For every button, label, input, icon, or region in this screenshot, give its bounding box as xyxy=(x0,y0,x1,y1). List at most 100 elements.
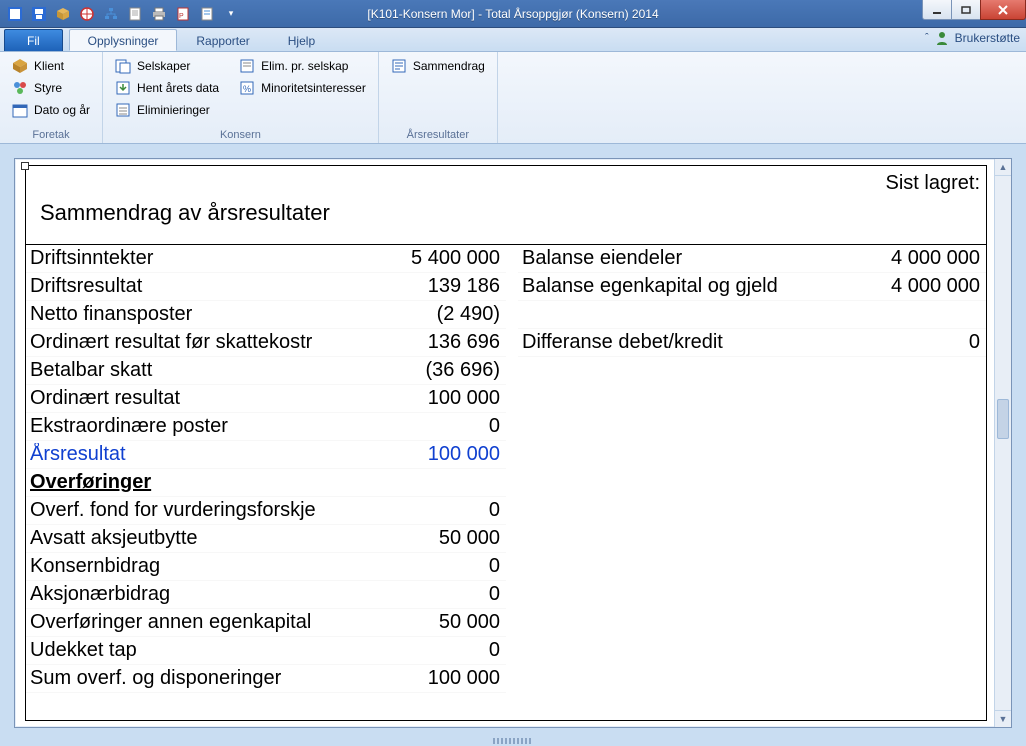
qat-save-button[interactable] xyxy=(28,3,50,25)
report-row-label: Driftsinntekter xyxy=(26,247,386,270)
report-row-label: Udekket tap xyxy=(26,639,386,662)
elim-icon xyxy=(115,102,131,118)
report-row: Overføringer xyxy=(26,469,506,497)
globe-icon xyxy=(79,6,95,22)
print-icon xyxy=(151,6,167,22)
title-bar: P ▾ [K101-Konsern Mor] - Total Årsoppgjø… xyxy=(0,0,1026,28)
tab-opplysninger[interactable]: Opplysninger xyxy=(69,29,178,51)
report-row-label: Overføringer annen egenkapital xyxy=(26,611,386,634)
svg-text:P: P xyxy=(179,13,184,20)
help-person-icon[interactable] xyxy=(935,31,949,45)
report-row-label: Balanse eiendeler xyxy=(518,247,866,270)
tab-rapporter[interactable]: Rapporter xyxy=(177,29,268,51)
report-row-label: Årsresultat xyxy=(26,443,386,466)
ribbon-item-label: Dato og år xyxy=(34,103,90,117)
ribbon-item-label: Styre xyxy=(34,81,62,95)
qat-globe-button[interactable] xyxy=(76,3,98,25)
qat-customize-dropdown[interactable]: ▾ xyxy=(220,3,242,25)
report-row xyxy=(518,301,986,329)
report-column-right: Balanse eiendeler4 000 000Balanse egenka… xyxy=(506,245,986,693)
qat-app-icon[interactable] xyxy=(4,3,26,25)
report-row: Betalbar skatt(36 696) xyxy=(26,357,506,385)
window-title: [K101-Konsern Mor] - Total Årsoppgjør (K… xyxy=(367,7,658,21)
collapse-ribbon-icon[interactable]: ˆ xyxy=(925,32,929,44)
report-row-value: 0 xyxy=(386,415,506,438)
support-link[interactable]: Brukerstøtte xyxy=(955,31,1020,45)
report-row: Driftsresultat139 186 xyxy=(26,273,506,301)
workspace: ▲ ▼ Sist lagret: Sammendrag av årsresult… xyxy=(0,144,1026,746)
qat-box-button[interactable] xyxy=(52,3,74,25)
report-row-value: 136 696 xyxy=(386,331,506,354)
minimize-button[interactable] xyxy=(922,0,952,20)
ribbon-group-aarsresultater: Sammendrag Årsresultater xyxy=(379,52,498,143)
report-header: Sist lagret: Sammendrag av årsresultater xyxy=(26,166,986,245)
chevron-down-icon: ▾ xyxy=(223,6,239,22)
report-row: Balanse egenkapital og gjeld4 000 000 xyxy=(518,273,986,301)
report-row-label: Driftsresultat xyxy=(26,275,386,298)
qat-notes-button[interactable] xyxy=(196,3,218,25)
qat-page-button[interactable] xyxy=(124,3,146,25)
report-row: Ordinært resultat100 000 xyxy=(26,385,506,413)
ribbon-item-dato-og-aar[interactable]: Dato og år xyxy=(8,100,94,120)
report-row-value: 0 xyxy=(386,499,506,522)
ribbon-item-minoritetsinteresser[interactable]: % Minoritetsinteresser xyxy=(235,78,370,98)
report-row: Konsernbidrag0 xyxy=(26,553,506,581)
report-row-label: Differanse debet/kredit xyxy=(518,331,866,354)
ribbon-item-hent-aarets-data[interactable]: Hent årets data xyxy=(111,78,223,98)
tree-icon xyxy=(103,6,119,22)
file-tab[interactable]: Fil xyxy=(4,29,63,51)
close-button[interactable] xyxy=(980,0,1026,20)
report-row-value: 50 000 xyxy=(386,527,506,550)
report-row-label: Ekstraordinære poster xyxy=(26,415,386,438)
report-row-label: Netto finansposter xyxy=(26,303,386,326)
report-row: Ekstraordinære poster0 xyxy=(26,413,506,441)
ribbon-tabstrip: Fil Opplysninger Rapporter Hjelp ˆ Bruke… xyxy=(0,28,1026,52)
ribbon-item-selskaper[interactable]: Selskaper xyxy=(111,56,223,76)
report-row-value: 139 186 xyxy=(386,275,506,298)
report-row: Differanse debet/kredit0 xyxy=(518,329,986,357)
report-row-value: 0 xyxy=(386,583,506,606)
report-row-label: Sum overf. og disponeringer xyxy=(26,667,386,690)
report-column-left: Driftsinntekter5 400 000Driftsresultat13… xyxy=(26,245,506,693)
quick-access-toolbar: P ▾ xyxy=(0,0,242,27)
document-container: ▲ ▼ Sist lagret: Sammendrag av årsresult… xyxy=(14,158,1012,728)
maximize-button[interactable] xyxy=(951,0,981,20)
report-row-label: Konsernbidrag xyxy=(26,555,386,578)
report-body: Driftsinntekter5 400 000Driftsresultat13… xyxy=(26,245,986,693)
report-row-value: 100 000 xyxy=(386,387,506,410)
qat-tree-button[interactable] xyxy=(100,3,122,25)
report-row-label: Ordinært resultat xyxy=(26,387,386,410)
ribbon-item-klient[interactable]: Klient xyxy=(8,56,94,76)
scroll-thumb[interactable] xyxy=(997,399,1009,439)
scroll-down-icon[interactable]: ▼ xyxy=(995,710,1011,727)
resize-grip[interactable] xyxy=(493,738,533,744)
window-controls xyxy=(923,0,1026,20)
report-row-label: Overf. fond for vurderingsforskje xyxy=(26,499,386,522)
companies-icon xyxy=(115,58,131,74)
vertical-scrollbar[interactable]: ▲ ▼ xyxy=(994,159,1011,727)
ribbon-item-elim-pr-selskap[interactable]: Elim. pr. selskap xyxy=(235,56,370,76)
report-row-label: Aksjonærbidrag xyxy=(26,583,386,606)
tab-hjelp[interactable]: Hjelp xyxy=(269,29,334,51)
report-row-value: 100 000 xyxy=(386,667,506,690)
qat-print-button[interactable] xyxy=(148,3,170,25)
ribbon-item-label: Selskaper xyxy=(137,59,190,73)
ribbon-item-sammendrag[interactable]: Sammendrag xyxy=(387,56,489,76)
pdf-icon: P xyxy=(175,6,191,22)
report-row: Overf. fond for vurderingsforskje0 xyxy=(26,497,506,525)
report-title: Sammendrag av årsresultater xyxy=(40,180,972,226)
scroll-up-icon[interactable]: ▲ xyxy=(995,159,1011,176)
report-row-label: Betalbar skatt xyxy=(26,359,386,382)
ribbon-item-eliminieringer[interactable]: Eliminieringer xyxy=(111,100,223,120)
report-row-label: Overføringer xyxy=(26,471,386,494)
report-row-label: Balanse egenkapital og gjeld xyxy=(518,275,866,298)
report-row-label: Avsatt aksjeutbytte xyxy=(26,527,386,550)
board-icon xyxy=(12,80,28,96)
report-row-value: 0 xyxy=(866,331,986,354)
report-row: Overføringer annen egenkapital50 000 xyxy=(26,609,506,637)
report-row: Årsresultat100 000 xyxy=(26,441,506,469)
qat-pdf-button[interactable]: P xyxy=(172,3,194,25)
last-saved-label: Sist lagret: xyxy=(886,172,980,195)
notes-icon xyxy=(199,6,215,22)
ribbon-item-styre[interactable]: Styre xyxy=(8,78,94,98)
